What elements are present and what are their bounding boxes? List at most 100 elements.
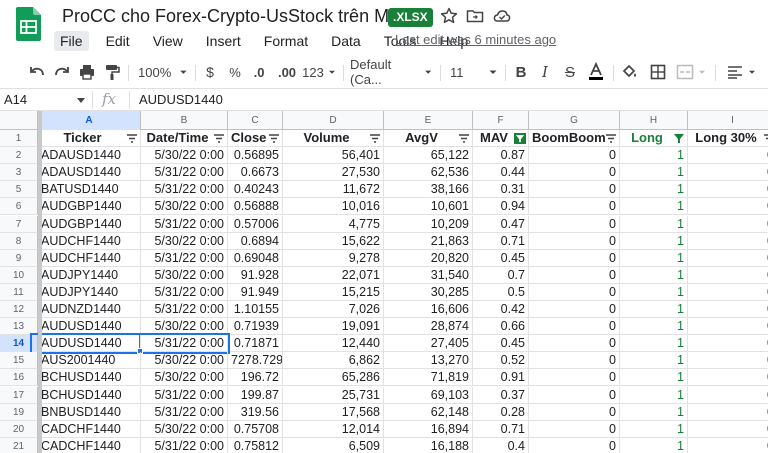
- cell-c21[interactable]: 0.75812: [228, 437, 283, 453]
- row-header-16[interactable]: 16: [0, 369, 38, 387]
- horizontal-align-button[interactable]: [722, 58, 762, 86]
- cell-c5[interactable]: 0.40243: [228, 181, 283, 199]
- move-to-folder-icon[interactable]: [465, 6, 485, 26]
- column-header-h[interactable]: H: [620, 111, 688, 130]
- menu-edit[interactable]: Edit: [100, 31, 136, 51]
- cell-d16[interactable]: 65,286: [283, 369, 384, 387]
- header-cell-a[interactable]: Ticker: [38, 130, 141, 148]
- cell-i12[interactable]: 0: [688, 301, 768, 319]
- cell-h5[interactable]: 1: [620, 181, 688, 199]
- cell-c7[interactable]: 0.57006: [228, 215, 283, 233]
- cell-g11[interactable]: 0: [529, 283, 620, 301]
- cell-h2[interactable]: 1: [620, 147, 688, 165]
- cell-d7[interactable]: 4,775: [283, 215, 384, 233]
- cell-b8[interactable]: 5/30/22 0:00: [141, 232, 228, 250]
- cell-h20[interactable]: 1: [620, 420, 688, 438]
- cell-a6[interactable]: AUDGBP1440: [38, 198, 141, 216]
- cell-e7[interactable]: 10,209: [384, 215, 473, 233]
- header-cell-b[interactable]: Date/Time: [141, 130, 228, 148]
- italic-button[interactable]: I: [536, 58, 554, 86]
- cell-b3[interactable]: 5/31/22 0:00: [141, 164, 228, 182]
- cell-e21[interactable]: 16,188: [384, 437, 473, 453]
- cell-e15[interactable]: 13,270: [384, 352, 473, 370]
- cell-d19[interactable]: 17,568: [283, 403, 384, 421]
- cell-b20[interactable]: 5/30/22 0:00: [141, 420, 228, 438]
- header-cell-i[interactable]: Long 30%: [688, 130, 768, 148]
- filter-icon[interactable]: [458, 133, 470, 144]
- cell-c20[interactable]: 0.75708: [228, 420, 283, 438]
- cell-c6[interactable]: 0.56888: [228, 198, 283, 216]
- filter-icon[interactable]: [126, 133, 138, 144]
- cell-e9[interactable]: 20,820: [384, 249, 473, 267]
- header-cell-h[interactable]: Long: [620, 130, 688, 148]
- cell-a20[interactable]: CADCHF1440: [38, 420, 141, 438]
- formula-input[interactable]: AUDUSD1440: [139, 92, 223, 107]
- cell-f17[interactable]: 0.37: [473, 386, 529, 404]
- fill-color-button[interactable]: [620, 58, 640, 86]
- cell-e10[interactable]: 31,540: [384, 266, 473, 284]
- cell-a17[interactable]: BCHUSD1440: [38, 386, 141, 404]
- font-size-select[interactable]: 11: [450, 58, 500, 86]
- cell-d13[interactable]: 19,091: [283, 318, 384, 336]
- cell-a10[interactable]: AUDJPY1440: [38, 266, 141, 284]
- document-title[interactable]: ProCC cho Forex-Crypto-UsStock trên MT4: [62, 6, 410, 27]
- cell-h15[interactable]: 1: [620, 352, 688, 370]
- cell-b9[interactable]: 5/31/22 0:00: [141, 249, 228, 267]
- cell-g19[interactable]: 0: [529, 403, 620, 421]
- cell-h14[interactable]: 1: [620, 335, 688, 353]
- cell-d21[interactable]: 6,509: [283, 437, 384, 453]
- cell-h11[interactable]: 1: [620, 283, 688, 301]
- cell-c10[interactable]: 91.928: [228, 266, 283, 284]
- column-header-g[interactable]: G: [529, 111, 620, 130]
- strikethrough-button[interactable]: S: [561, 58, 579, 86]
- redo-button[interactable]: [51, 58, 73, 86]
- cell-c15[interactable]: 7278.7299: [228, 352, 283, 370]
- cell-a21[interactable]: CADCHF1440: [38, 437, 141, 453]
- merge-cells-button[interactable]: [675, 58, 709, 86]
- header-cell-e[interactable]: AvgV: [384, 130, 473, 148]
- cell-b15[interactable]: 5/30/22 0:00: [141, 352, 228, 370]
- cell-i13[interactable]: 0: [688, 318, 768, 336]
- cell-h19[interactable]: 1: [620, 403, 688, 421]
- last-edit-link[interactable]: Last edit was 6 minutes ago: [395, 32, 556, 47]
- cell-b19[interactable]: 5/31/22 0:00: [141, 403, 228, 421]
- cell-g16[interactable]: 0: [529, 369, 620, 387]
- row-header-21[interactable]: 21: [0, 437, 38, 453]
- cell-g17[interactable]: 0: [529, 386, 620, 404]
- cell-f5[interactable]: 0.31: [473, 181, 529, 199]
- row-header-12[interactable]: 12: [0, 301, 38, 319]
- font-family-select[interactable]: Default (Ca...: [350, 57, 434, 87]
- cell-i2[interactable]: 0: [688, 147, 768, 165]
- row-header-1[interactable]: 1: [0, 130, 38, 148]
- filter-active-icon[interactable]: [514, 133, 526, 144]
- format-percent-button[interactable]: %: [227, 58, 243, 86]
- header-cell-d[interactable]: Volume: [283, 130, 384, 148]
- cell-a16[interactable]: BCHUSD1440: [38, 369, 141, 387]
- menu-view[interactable]: View: [147, 31, 189, 51]
- cell-b12[interactable]: 5/31/22 0:00: [141, 301, 228, 319]
- header-cell-c[interactable]: Close: [228, 130, 283, 148]
- cell-d6[interactable]: 10,016: [283, 198, 384, 216]
- cell-g14[interactable]: 0: [529, 335, 620, 353]
- cell-a3[interactable]: ADAUSD1440: [38, 164, 141, 182]
- cell-d11[interactable]: 15,215: [283, 283, 384, 301]
- cell-g3[interactable]: 0: [529, 164, 620, 182]
- cell-a11[interactable]: AUDJPY1440: [38, 283, 141, 301]
- row-header-17[interactable]: 17: [0, 386, 38, 404]
- column-header-e[interactable]: E: [384, 111, 473, 130]
- star-icon[interactable]: [439, 6, 459, 26]
- cell-d2[interactable]: 56,401: [283, 147, 384, 165]
- filter-icon[interactable]: [213, 133, 225, 144]
- cell-i17[interactable]: 0: [688, 387, 768, 404]
- cell-g12[interactable]: 0: [529, 301, 620, 319]
- column-header-i[interactable]: I: [688, 111, 768, 130]
- chevron-down-icon[interactable]: [76, 97, 86, 105]
- cell-f2[interactable]: 0.87: [473, 147, 529, 165]
- cell-c11[interactable]: 91.949: [228, 283, 283, 301]
- cell-g7[interactable]: 0: [529, 215, 620, 233]
- cell-a7[interactable]: AUDGBP1440: [38, 215, 141, 233]
- cell-c14[interactable]: 0.71871: [228, 335, 283, 353]
- cell-i9[interactable]: 0: [688, 250, 768, 267]
- row-header-2[interactable]: 2: [0, 147, 38, 165]
- cell-f15[interactable]: 0.52: [473, 352, 529, 370]
